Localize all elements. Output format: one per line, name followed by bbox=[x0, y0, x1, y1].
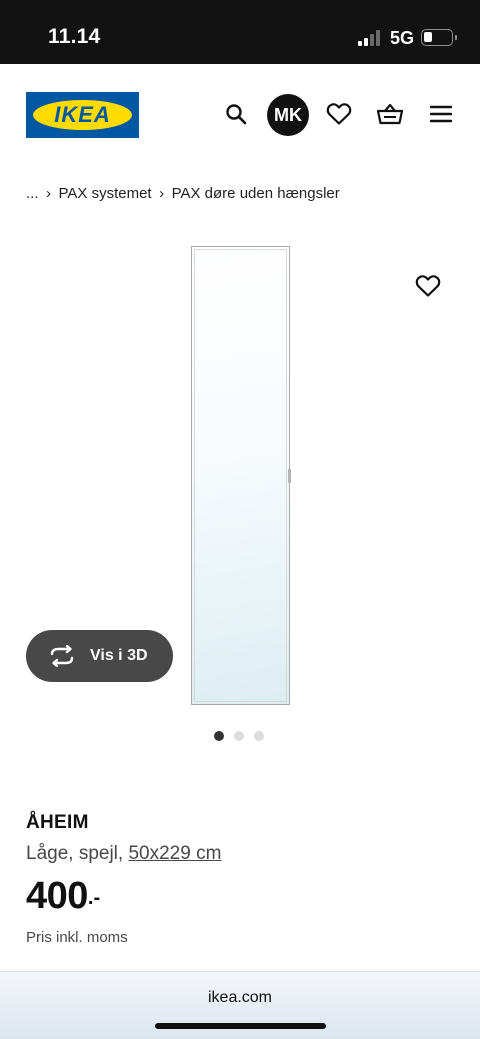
search-button[interactable] bbox=[218, 96, 254, 132]
gallery-dot-3[interactable] bbox=[254, 731, 264, 741]
save-to-favourites-button[interactable] bbox=[413, 271, 443, 301]
rotate-3d-icon bbox=[50, 645, 74, 667]
product-type: Låge, spejl, bbox=[26, 843, 124, 864]
logo-text: IKEA bbox=[54, 102, 111, 127]
price-integer: 400 bbox=[26, 875, 88, 917]
ikea-logo[interactable]: IKEA bbox=[26, 92, 139, 138]
heart-icon bbox=[326, 103, 352, 125]
profile-avatar-button[interactable]: MK bbox=[267, 94, 309, 136]
network-type: 5G bbox=[390, 28, 415, 48]
status-time: 11.14 bbox=[48, 25, 101, 48]
product-info: ÅHEIM Låge, spejl, 50x229 cm 400 .- Pris… bbox=[26, 812, 456, 946]
heart-icon bbox=[415, 275, 441, 297]
browser-url[interactable]: ikea.com bbox=[0, 989, 480, 1007]
price-note: Pris inkl. moms bbox=[26, 929, 128, 946]
site-header: IKEA MK bbox=[0, 64, 480, 164]
price-suffix: .- bbox=[87, 887, 101, 909]
logo-oval: IKEA bbox=[33, 100, 132, 130]
battery-icon bbox=[421, 29, 457, 46]
breadcrumb-item-pax-systemet[interactable]: PAX systemet bbox=[59, 185, 152, 202]
product-name: ÅHEIM bbox=[26, 812, 89, 833]
favourites-button[interactable] bbox=[321, 96, 357, 132]
gallery-dot-2[interactable] bbox=[234, 731, 244, 741]
mirror-frame bbox=[194, 249, 287, 702]
view-in-3d-button[interactable]: Vis i 3D bbox=[26, 630, 173, 682]
cellular-signal-icon bbox=[358, 30, 382, 46]
home-indicator[interactable] bbox=[155, 1023, 326, 1029]
product-description: Låge, spejl, 50x229 cm bbox=[26, 843, 456, 865]
search-icon bbox=[226, 104, 247, 125]
door-edge-detail bbox=[288, 469, 291, 483]
status-bar: 11.14 5G bbox=[0, 0, 480, 64]
product-size-link[interactable]: 50x229 cm bbox=[128, 843, 221, 864]
basket-button[interactable] bbox=[372, 96, 408, 132]
gallery-pagination bbox=[214, 731, 264, 741]
menu-button[interactable] bbox=[423, 96, 459, 132]
product-image-gallery[interactable]: Vis i 3D bbox=[0, 230, 480, 760]
breadcrumb: ... › PAX systemet › PAX døre uden hængs… bbox=[26, 183, 340, 203]
product-image-mirror-door bbox=[191, 246, 291, 705]
chevron-right-icon: › bbox=[159, 184, 165, 202]
basket-icon bbox=[376, 103, 404, 125]
menu-icon bbox=[429, 105, 453, 123]
view-in-3d-label: Vis i 3D bbox=[90, 647, 148, 664]
breadcrumb-item-pax-doors[interactable]: PAX døre uden hængsler bbox=[172, 185, 340, 202]
gallery-dot-1[interactable] bbox=[214, 731, 224, 741]
breadcrumb-ellipsis[interactable]: ... bbox=[26, 185, 39, 202]
browser-address-bar[interactable]: ikea.com bbox=[0, 971, 480, 1039]
product-price: 400 .- bbox=[26, 875, 456, 917]
chevron-right-icon: › bbox=[46, 184, 52, 202]
